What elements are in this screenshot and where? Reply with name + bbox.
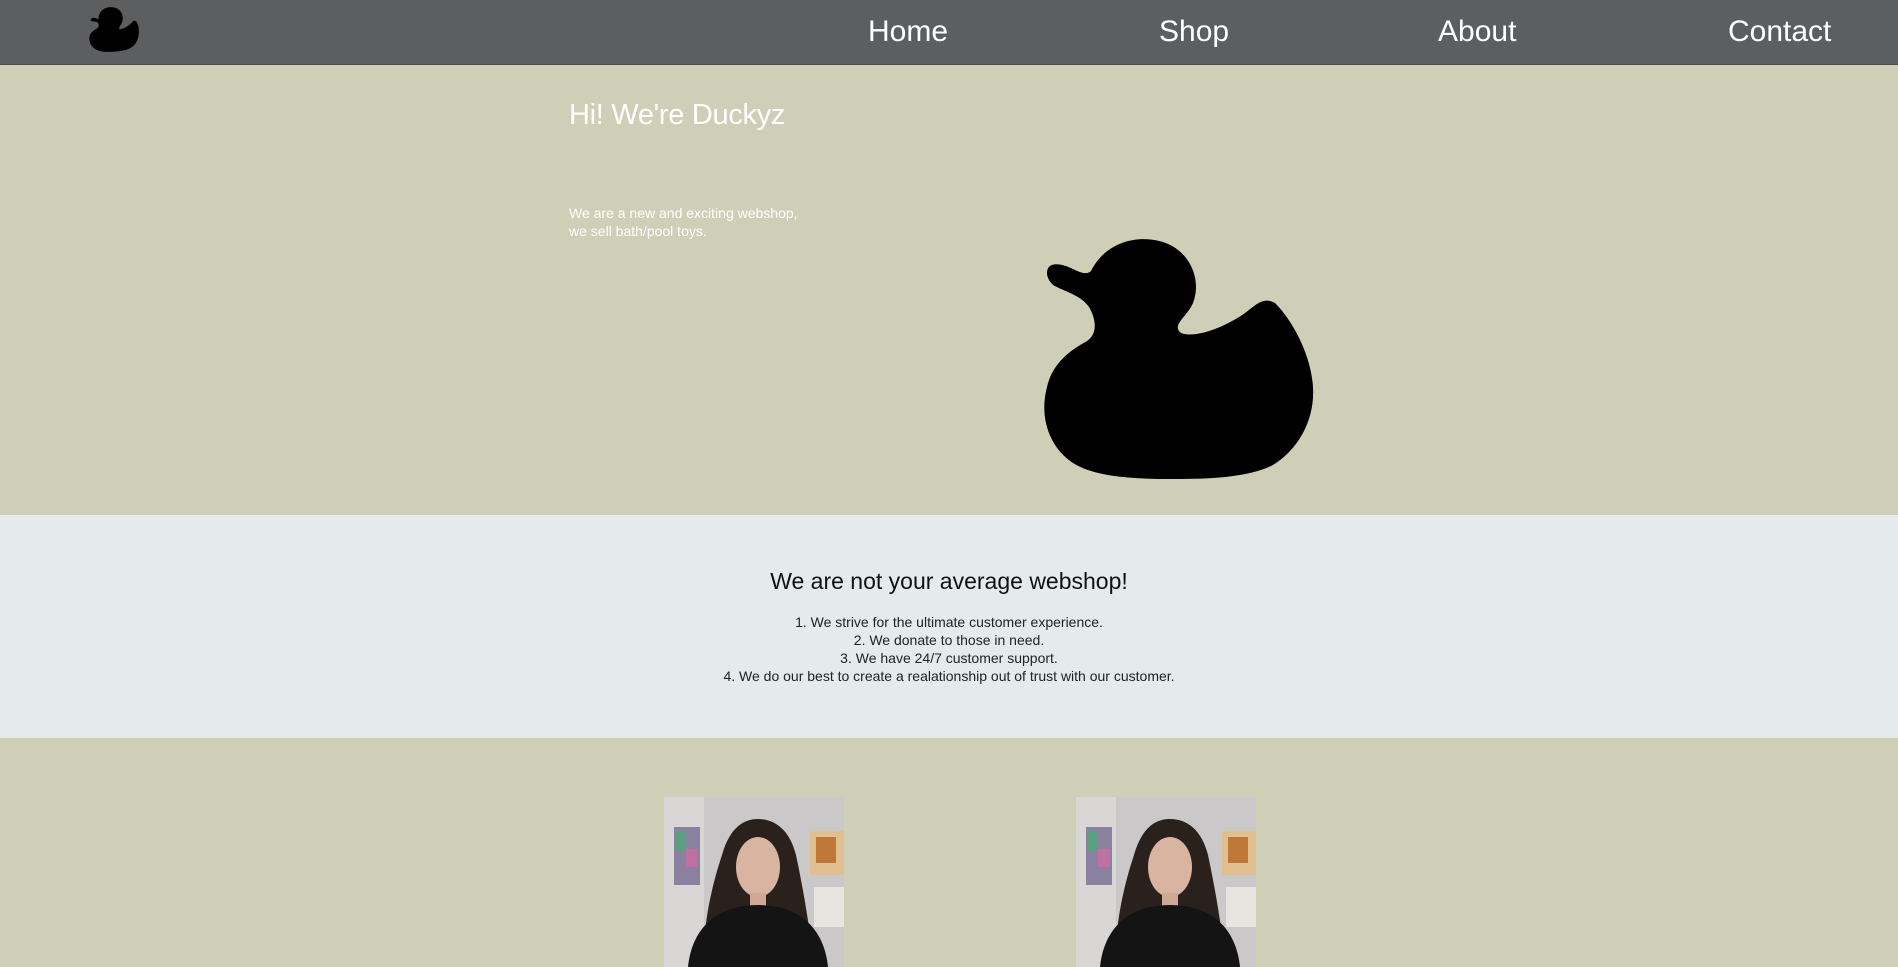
features-list-item: 1. We strive for the ultimate customer e…: [795, 614, 1103, 630]
hero-description-line: we sell bath/pool toys.: [569, 223, 707, 239]
team-member-photo: [1076, 797, 1256, 967]
team-section: [0, 738, 1898, 967]
hero-description-line: We are a new and exciting webshop,: [569, 205, 798, 221]
nav-home-link[interactable]: Home: [868, 12, 948, 52]
features-list-item: 4. We do our best to create a realations…: [723, 668, 1175, 684]
team-member-photo: [664, 797, 844, 967]
hero-description: We are a new and exciting webshop, we se…: [569, 204, 829, 240]
features-list: 1. We strive for the ultimate customer e…: [0, 613, 1898, 685]
hero-section: Hi! We're Duckyz We are a new and exciti…: [0, 65, 1898, 515]
features-title: We are not your average webshop!: [770, 568, 1128, 594]
duck-icon[interactable]: [86, 5, 140, 53]
duck-icon: [1044, 239, 1314, 479]
nav-shop-link[interactable]: Shop: [1159, 12, 1229, 52]
features-list-item: 2. We donate to those in need.: [853, 632, 1045, 648]
features-list-item: 3. We have 24/7 customer support.: [840, 650, 1058, 666]
hero-title: Hi! We're Duckyz: [569, 99, 786, 131]
nav-about-link[interactable]: About: [1438, 12, 1516, 52]
nav-contact-link[interactable]: Contact: [1728, 12, 1831, 52]
features-section: We are not your average webshop! 1. We s…: [0, 515, 1898, 738]
top-navbar: Home Shop About Contact: [0, 0, 1898, 65]
